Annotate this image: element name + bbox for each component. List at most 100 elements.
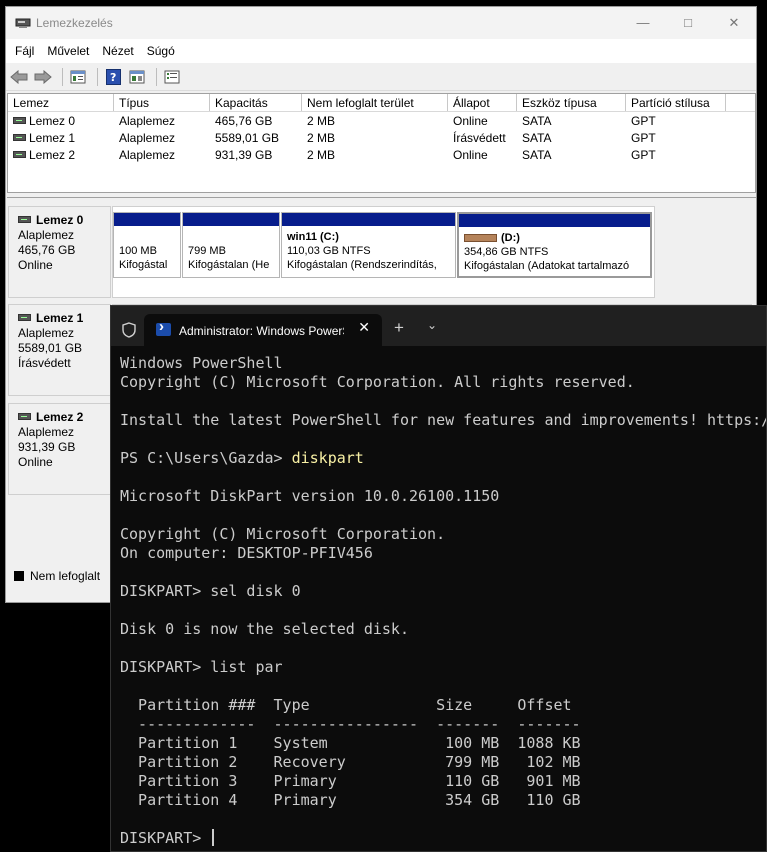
cell-device-type: SATA xyxy=(522,113,552,128)
disk-icon xyxy=(18,216,31,223)
cell-status: Online xyxy=(453,113,488,128)
partition-c[interactable]: win11 (C:) 110,03 GB NTFS Kifogástalan (Re… xyxy=(281,212,456,278)
disk-name: Lemez 1 xyxy=(36,311,84,325)
terminal-line: Install the latest PowerShell for new fe… xyxy=(120,411,766,429)
close-icon[interactable]: ✕ xyxy=(711,7,756,39)
disk-type: Alaplemez xyxy=(18,425,75,439)
terminal-line: DISKPART> list par xyxy=(120,658,283,676)
disk-status: Írásvédett xyxy=(18,356,71,370)
terminal-line: Partition 4 Primary 354 GB 110 GB xyxy=(120,791,581,809)
back-icon[interactable] xyxy=(9,67,29,87)
new-tab-icon[interactable]: + xyxy=(394,318,404,338)
partition-size: 100 MB xyxy=(119,245,157,257)
disk-0-partitions: 100 MB Kifogástal 799 MB Kifogástalan (He … xyxy=(112,206,655,298)
disk-icon xyxy=(13,116,26,124)
partition-size: 799 MB xyxy=(188,245,226,257)
table-row[interactable]: Lemez 1 Alaplemez 5589,01 GB 2 MB Írásvé… xyxy=(8,129,755,146)
cell-partition-style: GPT xyxy=(631,130,656,145)
unallocated-swatch xyxy=(14,571,24,581)
cell-unallocated: 2 MB xyxy=(307,113,336,128)
terminal-window: Administrator: Windows PowerShell ✕ + ⌄ … xyxy=(110,305,767,852)
terminal-line: PS C:\Users\Gazda> diskpart xyxy=(120,449,364,467)
terminal-line: Disk 0 is now the selected disk. xyxy=(120,620,409,638)
terminal-line: Copyright (C) Microsoft Corporation. xyxy=(120,525,446,543)
menu-view[interactable]: Nézet xyxy=(97,44,141,58)
disk-size: 931,39 GB xyxy=(18,440,76,454)
cell-unallocated: 2 MB xyxy=(307,130,336,145)
column-header-type[interactable]: Típus xyxy=(114,94,210,111)
forward-icon[interactable] xyxy=(33,67,53,87)
table-row[interactable]: Lemez 0 Alaplemez 465,76 GB 2 MB Online … xyxy=(8,112,755,129)
disk-icon xyxy=(13,150,26,158)
disk-size: 465,76 GB xyxy=(18,243,76,257)
disk-size: 5589,01 GB xyxy=(18,341,83,355)
column-header-status[interactable]: Állapot xyxy=(448,94,517,111)
properties-icon[interactable] xyxy=(68,67,88,87)
svg-text:?: ? xyxy=(110,71,116,84)
cell-type: Alaplemez xyxy=(119,113,176,128)
menu-help[interactable]: Súgó xyxy=(142,44,183,58)
partition-status: Kifogástalan (He xyxy=(188,259,270,271)
view-icon[interactable] xyxy=(127,67,147,87)
menu-action[interactable]: Művelet xyxy=(42,44,97,58)
menu-file[interactable]: Fájl xyxy=(10,44,42,58)
partition-status: Kifogástalan (Adatokat tartalmazó xyxy=(464,260,630,272)
powershell-icon xyxy=(156,318,171,336)
help-icon[interactable]: ? xyxy=(103,67,123,87)
terminal-line: Microsoft DiskPart version 10.0.26100.11… xyxy=(120,487,500,505)
terminal-line: Copyright (C) Microsoft Corporation. All… xyxy=(120,373,635,391)
tab-powershell[interactable]: Administrator: Windows PowerShell ✕ xyxy=(144,314,382,346)
partition-efi[interactable]: 100 MB Kifogástal xyxy=(113,212,181,278)
terminal-output[interactable]: Windows PowerShell Copyright (C) Microsof… xyxy=(120,354,766,848)
list-view-icon[interactable] xyxy=(162,67,182,87)
partition-d[interactable]: (D:) 354,86 GB NTFS Kifogástalan (Adatokat… xyxy=(457,212,652,278)
toolbar: ? xyxy=(6,63,756,91)
partition-status: Kifogástal xyxy=(119,259,168,271)
minimize-icon[interactable]: — xyxy=(620,7,666,39)
disk-0-label[interactable]: Lemez 0 Alaplemez 465,76 GB Online xyxy=(8,206,111,298)
cell-capacity: 465,76 GB xyxy=(215,113,273,128)
title-bar: Lemezkezelés — □ ✕ xyxy=(6,7,756,39)
table-row[interactable]: Lemez 2 Alaplemez 931,39 GB 2 MB Online … xyxy=(8,146,755,163)
cell-type: Alaplemez xyxy=(119,130,176,145)
disk-icon xyxy=(18,413,31,420)
tab-close-icon[interactable]: ✕ xyxy=(358,319,370,336)
cell-capacity: 931,39 GB xyxy=(215,147,273,162)
partition-size: 354,86 GB NTFS xyxy=(464,246,549,258)
legend-label: Nem lefoglalt xyxy=(30,569,101,583)
menu-bar: Fájl Művelet Nézet Súgó xyxy=(6,39,756,63)
drive-icon xyxy=(464,234,497,243)
cell-disk: Lemez 1 xyxy=(29,130,76,145)
cell-unallocated: 2 MB xyxy=(307,147,336,162)
chevron-down-icon[interactable]: ⌄ xyxy=(427,318,437,332)
disk-1-label[interactable]: Lemez 1 Alaplemez 5589,01 GB Írásvédett xyxy=(8,304,111,396)
column-header-partition-style[interactable]: Partíció stílusa xyxy=(626,94,726,111)
disk-name: Lemez 0 xyxy=(36,213,84,227)
table-header: Lemez Típus Kapacitás Nem lefoglalt terü… xyxy=(8,94,755,112)
disk-2-label[interactable]: Lemez 2 Alaplemez 931,39 GB Online xyxy=(8,403,111,495)
text-cursor xyxy=(212,829,215,846)
column-header-disk[interactable]: Lemez xyxy=(8,94,114,111)
terminal-tab-bar: Administrator: Windows PowerShell ✕ + ⌄ xyxy=(111,306,766,346)
terminal-line: Partition ### Type Size Offset xyxy=(120,696,572,714)
cell-partition-style: GPT xyxy=(631,113,656,128)
maximize-icon[interactable]: □ xyxy=(665,7,711,39)
column-header-unallocated[interactable]: Nem lefoglalt terület xyxy=(302,94,448,111)
tab-title: Administrator: Windows PowerShell xyxy=(179,324,344,338)
disk-status: Online xyxy=(18,258,53,272)
disk-icon xyxy=(18,314,31,321)
terminal-line: Partition 1 System 100 MB 1088 KB xyxy=(120,734,581,752)
column-header-capacity[interactable]: Kapacitás xyxy=(210,94,302,111)
partition-status: Kifogástalan (Rendszerindítás, xyxy=(287,259,437,271)
partition-recovery[interactable]: 799 MB Kifogástalan (He xyxy=(182,212,280,278)
disk-type: Alaplemez xyxy=(18,326,75,340)
terminal-line: DISKPART> xyxy=(120,829,766,848)
terminal-line: Partition 2 Recovery 799 MB 102 MB xyxy=(120,753,581,771)
column-header-device-type[interactable]: Eszköz típusa xyxy=(517,94,626,111)
